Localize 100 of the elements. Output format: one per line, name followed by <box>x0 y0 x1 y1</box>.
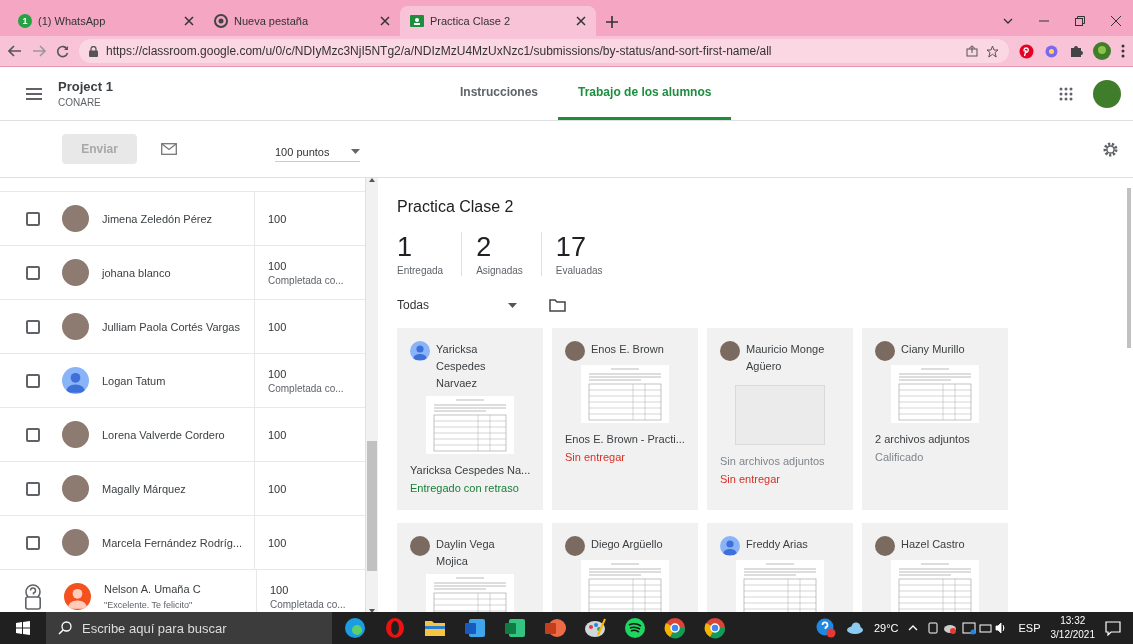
student-row[interactable]: Jimena Zeledón Pérez 100 <box>0 191 365 245</box>
submission-status: Calificado <box>875 451 925 463</box>
settings-icon[interactable] <box>1102 140 1119 158</box>
grade-note: Completada co... <box>268 382 345 394</box>
student-name: Julliam Paola Cortés Vargas <box>102 320 241 333</box>
stat-label: Evaluadas <box>555 265 603 276</box>
submission-status: Sin entregar <box>565 451 626 463</box>
checkbox[interactable] <box>26 373 40 388</box>
checkbox[interactable] <box>26 481 40 496</box>
edge-icon[interactable] <box>344 617 366 639</box>
grade: 100 <box>268 212 288 225</box>
music-app-icon[interactable] <box>624 617 646 639</box>
filter-dropdown[interactable]: Todas <box>397 298 517 312</box>
presentation-app-icon[interactable] <box>544 617 566 639</box>
share-icon[interactable] <box>966 45 978 57</box>
browser-icon[interactable] <box>704 617 726 639</box>
mail-icon[interactable] <box>161 143 177 155</box>
points-dropdown[interactable]: 100 puntos <box>275 136 360 162</box>
submission-card[interactable]: Yaricksa Cespedes Narvaez Yaricksa Cespedes Na... Entregado con retraso <box>397 328 543 510</box>
cloud-icon[interactable] <box>845 622 864 634</box>
reload-icon[interactable] <box>56 44 69 58</box>
avatar-photo-placeholder <box>875 536 895 556</box>
checkbox[interactable] <box>26 211 40 226</box>
browser-tab[interactable]: Nueva pestaña <box>204 6 400 36</box>
avatar-photo-placeholder <box>875 341 895 361</box>
temperature[interactable]: 29°C <box>873 622 899 634</box>
submission-card[interactable]: Freddy Arias <box>707 523 853 613</box>
back-arrow-icon[interactable] <box>8 45 22 57</box>
student-row[interactable]: Logan Tatum 100 Completada co... <box>0 353 365 407</box>
chevron-up-icon[interactable] <box>908 625 919 631</box>
browser-icon[interactable] <box>664 617 686 639</box>
student-row[interactable]: Marcela Fernández Rodríg... 100 <box>0 515 365 569</box>
folder-icon[interactable] <box>549 298 566 312</box>
student-row[interactable]: Lorena Valverde Cordero 100 <box>0 407 365 461</box>
avatar-photo-placeholder <box>62 259 89 286</box>
student-name: Ciany Murillo <box>901 342 966 357</box>
puzzle-icon[interactable] <box>1069 44 1083 58</box>
pin-extension-icon[interactable] <box>1019 43 1034 59</box>
avatar-photo-placeholder <box>62 475 89 502</box>
palette-icon[interactable] <box>584 617 606 639</box>
grade: 100 <box>268 536 288 549</box>
more-vertical-icon[interactable] <box>1121 44 1125 58</box>
attachment-label: Enos E. Brown - Practi... <box>565 433 685 445</box>
opera-icon[interactable] <box>384 617 406 639</box>
scrollbar[interactable] <box>366 178 378 613</box>
class-title: Project 1 <box>58 79 114 94</box>
stat-label: Entregada <box>397 265 444 276</box>
notification-icon[interactable] <box>1105 620 1121 636</box>
spreadsheet-app-icon[interactable] <box>504 617 526 639</box>
submission-card[interactable]: Daylin Vega Mojica <box>397 523 543 613</box>
document-app-icon[interactable] <box>464 617 486 639</box>
menu-icon[interactable] <box>26 87 42 100</box>
profile-avatar-icon[interactable] <box>1093 42 1111 60</box>
close-icon[interactable] <box>380 16 390 26</box>
caret-icon <box>351 149 360 154</box>
profile-photo[interactable] <box>1093 79 1121 108</box>
student-name: Freddy Arias <box>746 537 809 552</box>
apps-grid-icon[interactable] <box>1059 86 1073 101</box>
assignment-title: Practica Clase 2 <box>397 198 515 216</box>
student-row[interactable]: Julliam Paola Cortés Vargas 100 <box>0 299 365 353</box>
attachment-label: Sin archivos adjuntos <box>720 455 826 467</box>
browser-tab[interactable]: Practica Clase 2 <box>400 6 596 36</box>
submission-card[interactable]: Enos E. Brown Enos E. Brown - Practi... Sin entregar <box>552 328 698 510</box>
flower-extension-icon[interactable] <box>1044 43 1059 59</box>
nav-tab[interactable]: Instrucciones <box>440 67 559 120</box>
submission-status: Entregado con retraso <box>410 482 520 494</box>
close-icon[interactable] <box>1111 16 1121 26</box>
checkbox[interactable] <box>26 265 40 280</box>
stat-label: Asignadas <box>476 265 523 276</box>
student-row[interactable]: Magally Márquez 100 <box>0 461 365 515</box>
chevron-down-icon[interactable] <box>1003 16 1013 26</box>
question-checkbox-icon[interactable] <box>24 583 42 610</box>
student-row[interactable]: johana blanco 100 Completada co... <box>0 245 365 299</box>
star-icon[interactable] <box>986 44 999 58</box>
nav-tab[interactable]: Trabajo de los alumnos <box>558 67 732 120</box>
checkbox[interactable] <box>26 535 40 550</box>
student-name: Magally Márquez <box>102 482 187 495</box>
attachment-label: Yaricksa Cespedes Na... <box>410 464 530 476</box>
avatar-silhouette-icon <box>720 536 740 556</box>
avatar-photo-placeholder <box>565 536 585 556</box>
close-icon[interactable] <box>184 16 194 26</box>
language-indicator[interactable]: ESP <box>1018 622 1041 634</box>
help-icon[interactable] <box>815 618 836 638</box>
caret-icon <box>508 302 517 308</box>
windows-logo-icon[interactable] <box>16 621 30 635</box>
clock-time[interactable]: 13:32 <box>1050 614 1095 628</box>
plus-icon[interactable] <box>606 16 618 28</box>
submission-card[interactable]: Ciany Murillo 2 archivos adjuntos Calificado <box>862 328 1008 510</box>
clock-date[interactable]: 3/12/2021 <box>1050 628 1095 642</box>
submission-card[interactable]: Hazel Castro <box>862 523 1008 613</box>
avatar-photo-placeholder <box>62 313 89 340</box>
browser-tab[interactable]: 1 (1) WhatsApp <box>8 6 204 36</box>
restore-icon[interactable] <box>1075 16 1085 26</box>
submission-card[interactable]: Mauricio Monge Agüero Sin archivos adjuntos Sin entregar <box>707 328 853 510</box>
checkbox[interactable] <box>26 427 40 442</box>
submission-card[interactable]: Diego Argüello <box>552 523 698 613</box>
checkbox[interactable] <box>26 319 40 334</box>
taskbar-search-field[interactable]: Escribe aquí para buscar <box>46 612 332 644</box>
close-icon[interactable] <box>576 16 586 26</box>
url-field[interactable]: https://classroom.google.com/u/0/c/NDIyMzc3NjI5NTg2/a/NDIzMzU4MzUxNzc1/submissions/by-status/and-sort-first-name/all <box>79 39 1009 63</box>
